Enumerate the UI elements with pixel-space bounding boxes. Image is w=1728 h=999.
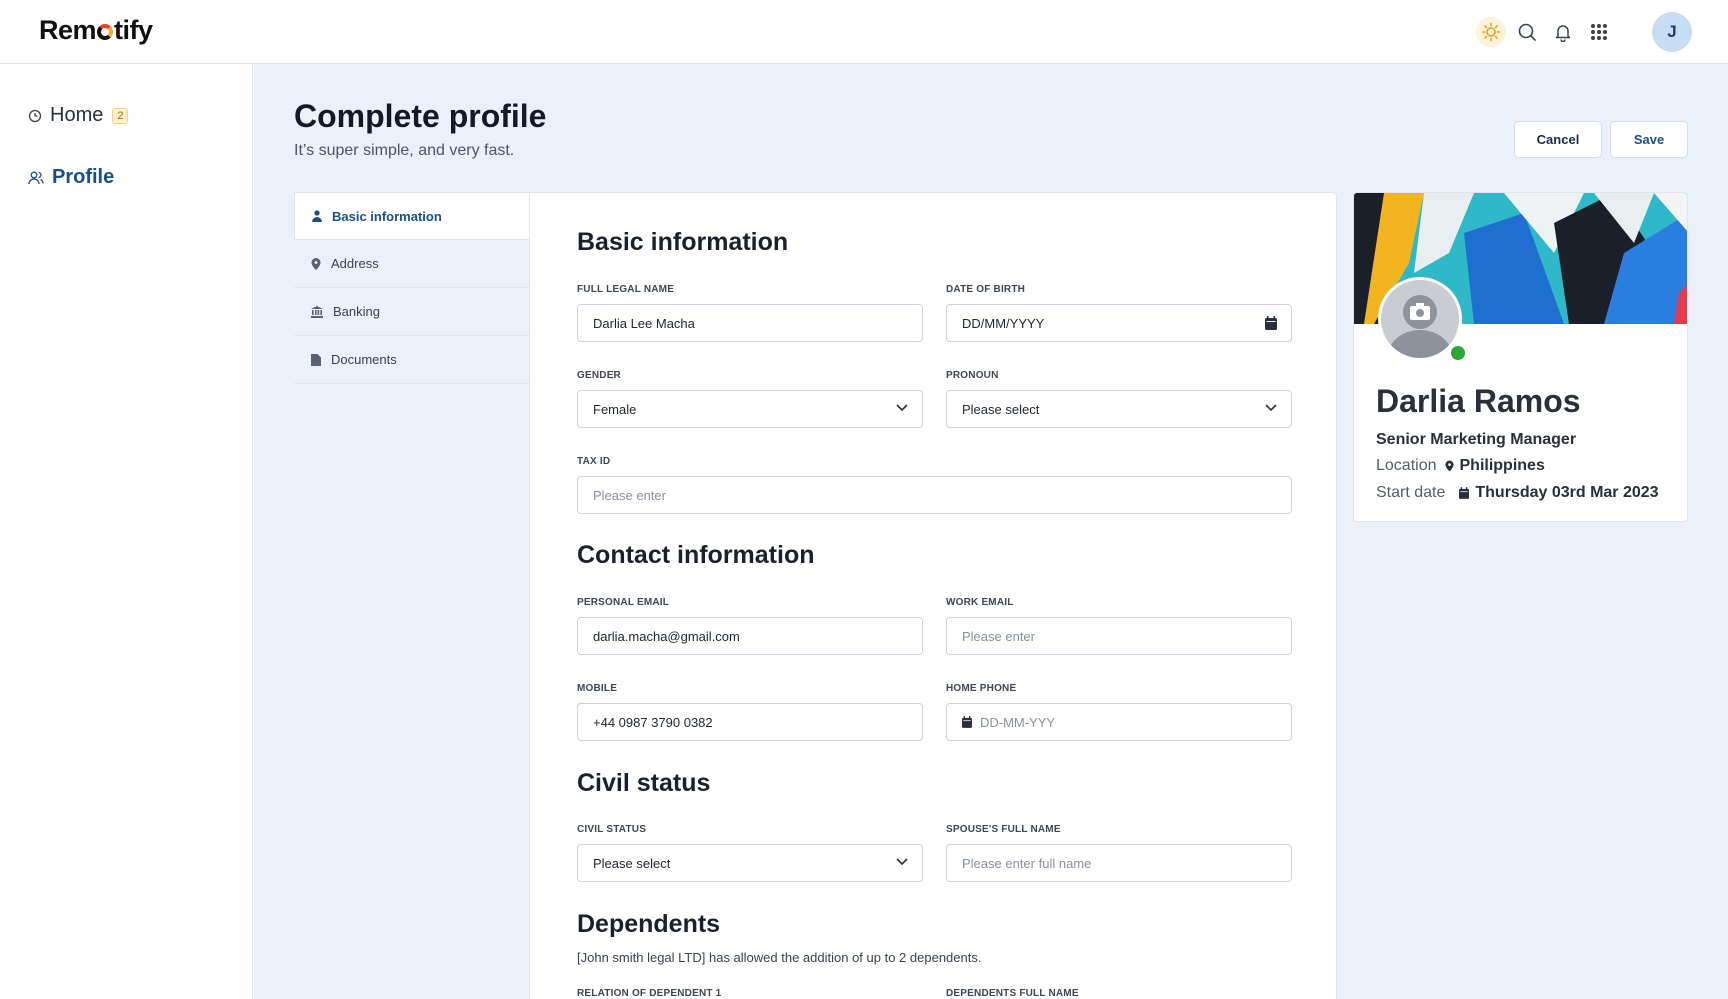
- field-value: Darlia Lee Macha: [593, 315, 695, 331]
- spouse-full-name-field[interactable]: Please enter full name: [946, 844, 1292, 882]
- app-logo[interactable]: Rem tify: [39, 15, 153, 46]
- location-label: Location: [1376, 457, 1437, 474]
- theme-toggle-sun-icon[interactable]: [1476, 17, 1506, 47]
- tab-basic-information[interactable]: Basic information: [294, 192, 529, 240]
- dependent-relation-label: RELATION OF DEPENDENT 1: [577, 988, 722, 999]
- online-status-indicator: [1448, 343, 1468, 363]
- save-button[interactable]: Save: [1610, 121, 1688, 158]
- cancel-button[interactable]: Cancel: [1514, 121, 1602, 158]
- search-icon[interactable]: [1512, 17, 1542, 47]
- dependent-full-name-label: DEPENDENTS FULL NAME: [946, 988, 1079, 999]
- chevron-down-icon: [896, 858, 908, 866]
- apps-grid-icon[interactable]: [1584, 17, 1614, 47]
- field-placeholder: Please enter: [593, 487, 666, 503]
- bell-icon[interactable]: [1548, 17, 1578, 47]
- profile-name: Darlia Ramos: [1376, 383, 1581, 419]
- pronoun-label: PRONOUN: [946, 370, 999, 381]
- bank-icon: [311, 305, 323, 318]
- tax-id-label: TAX ID: [577, 456, 611, 467]
- sidebar-item-label: Home: [50, 104, 104, 126]
- calendar-icon: [962, 716, 972, 728]
- tab-label: Address: [331, 256, 379, 271]
- location-value: Philippines: [1459, 457, 1545, 474]
- gender-select[interactable]: Female: [577, 390, 923, 428]
- mobile-label: MOBILE: [577, 683, 618, 694]
- sidebar-item-home[interactable]: Home 2: [28, 104, 129, 127]
- home-phone-field[interactable]: DD-MM-YYY: [946, 703, 1292, 741]
- pin-icon: [1444, 460, 1454, 472]
- field-value: +44 0987 3790 0382: [593, 714, 713, 730]
- field-placeholder: Please enter full name: [962, 855, 1092, 871]
- section-title-contact-information: Contact information: [577, 541, 815, 569]
- chevron-down-icon: [1265, 404, 1277, 412]
- date-of-birth-label: DATE OF BIRTH: [946, 284, 1026, 295]
- tax-id-field[interactable]: Please enter: [577, 476, 1292, 514]
- notification-badge: 2: [112, 107, 129, 124]
- profile-form: Basic information FULL LEGAL NAME Darlia…: [529, 192, 1337, 999]
- sidebar: Home 2 Profile: [0, 64, 253, 999]
- section-title-civil-status: Civil status: [577, 769, 711, 797]
- user-avatar[interactable]: J: [1652, 12, 1692, 52]
- tab-label: Documents: [331, 352, 397, 367]
- calendar-icon: [1459, 487, 1470, 499]
- tab-address[interactable]: Address: [294, 240, 529, 288]
- profile-role: Senior Marketing Manager: [1376, 431, 1577, 448]
- profile-summary-card: Darlia Ramos Senior Marketing Manager Lo…: [1353, 192, 1688, 522]
- profile-start-date-row: Start date Thursday 03rd Mar 2023: [1376, 484, 1659, 502]
- main-content: Complete profile It’s super simple, and …: [254, 64, 1728, 999]
- civil-status-select[interactable]: Please select: [577, 844, 923, 882]
- dependents-note: [John smith legal LTD] has allowed the a…: [577, 950, 982, 965]
- personal-email-field[interactable]: darlia.macha@gmail.com: [577, 617, 923, 655]
- personal-email-label: PERSONAL EMAIL: [577, 597, 670, 608]
- field-placeholder: DD-MM-YYY: [980, 714, 1056, 730]
- field-value: darlia.macha@gmail.com: [593, 628, 740, 644]
- spouse-full-name-label: SPOUSE'S FULL NAME: [946, 824, 1061, 835]
- calendar-icon[interactable]: [1265, 316, 1277, 330]
- pin-icon: [311, 257, 321, 270]
- full-legal-name-field[interactable]: Darlia Lee Macha: [577, 304, 923, 342]
- section-title-basic-information: Basic information: [577, 228, 789, 256]
- page-title: Complete profile: [294, 98, 547, 134]
- mobile-field[interactable]: +44 0987 3790 0382: [577, 703, 923, 741]
- date-of-birth-field[interactable]: DD/MM/YYYY: [946, 304, 1292, 342]
- page-subtitle: It’s super simple, and very fast.: [294, 142, 515, 159]
- profile-section-nav: Basic information Address Banking Docume…: [294, 192, 529, 384]
- avatar-placeholder-icon: [1381, 280, 1459, 358]
- selected-value: Please select: [593, 855, 671, 871]
- home-phone-label: HOME PHONE: [946, 683, 1017, 694]
- gender-label: GENDER: [577, 370, 621, 381]
- top-actions: J: [1470, 11, 1692, 53]
- work-email-label: WORK EMAIL: [946, 597, 1014, 608]
- start-date-value: Thursday 03rd Mar 2023: [1475, 484, 1659, 501]
- field-placeholder: Please enter: [962, 628, 1035, 644]
- tab-label: Basic information: [332, 208, 442, 224]
- document-icon: [311, 353, 321, 366]
- tab-banking[interactable]: Banking: [294, 288, 529, 336]
- person-icon: [312, 210, 322, 222]
- civil-status-label: CIVIL STATUS: [577, 824, 647, 835]
- sidebar-item-label: Profile: [52, 166, 115, 188]
- tab-label: Banking: [333, 304, 380, 319]
- chevron-down-icon: [896, 404, 908, 412]
- top-bar: Rem tify J: [0, 0, 1728, 64]
- selected-value: Please select: [962, 401, 1040, 417]
- clock-icon: [28, 109, 42, 122]
- start-date-label: Start date: [1376, 484, 1446, 501]
- field-value: DD/MM/YYYY: [962, 315, 1045, 331]
- sidebar-item-profile[interactable]: Profile: [28, 166, 114, 189]
- pronoun-select[interactable]: Please select: [946, 390, 1292, 428]
- users-icon: [28, 171, 44, 184]
- full-legal-name-label: FULL LEGAL NAME: [577, 284, 675, 295]
- tab-documents[interactable]: Documents: [294, 336, 529, 384]
- selected-value: Female: [593, 401, 637, 417]
- section-title-dependents: Dependents: [577, 910, 721, 938]
- profile-location-row: Location Philippines: [1376, 457, 1545, 475]
- work-email-field[interactable]: Please enter: [946, 617, 1292, 655]
